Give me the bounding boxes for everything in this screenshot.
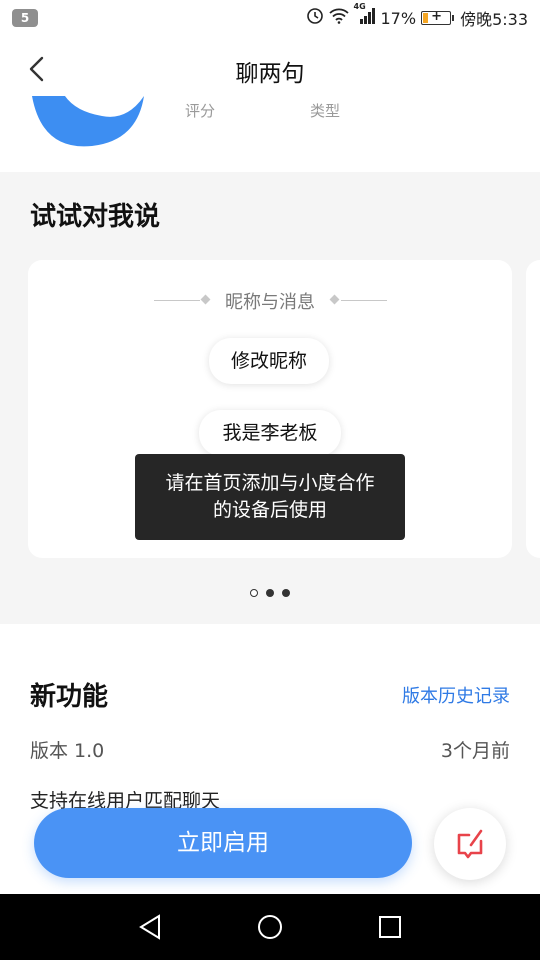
nav-back-button[interactable] xyxy=(132,909,168,945)
pager-dots xyxy=(0,582,540,601)
feedback-icon xyxy=(457,829,483,859)
skill-info: 评分 类型 xyxy=(0,96,540,172)
signal-icon: 4G xyxy=(354,2,376,28)
rating-label: 评分 xyxy=(185,102,216,120)
section-title: 试试对我说 xyxy=(30,202,161,232)
header: 聊两句 xyxy=(0,36,540,102)
feedback-button[interactable] xyxy=(434,808,506,880)
divider xyxy=(341,300,387,301)
page-title: 聊两句 xyxy=(235,61,305,87)
notification-count-badge: 5 xyxy=(12,9,38,27)
status-icons: 4G 17% + 傍晚5:33 xyxy=(306,2,528,30)
wifi-icon xyxy=(328,8,349,28)
toast-line: 请在首页添加与小度合作 xyxy=(165,472,375,494)
type-label: 类型 xyxy=(310,102,341,120)
toast-message: 请在首页添加与小度合作 的设备后使用 xyxy=(135,454,405,540)
version-time: 3个月前 xyxy=(440,740,510,762)
version-history-link[interactable]: 版本历史记录 xyxy=(402,682,510,708)
pager-dot xyxy=(282,588,290,597)
toast-line: 的设备后使用 xyxy=(212,499,327,521)
network-type-label: 4G xyxy=(353,2,366,11)
new-features-title: 新功能 xyxy=(30,682,109,712)
pager-dot xyxy=(266,588,274,597)
suggestion-chip[interactable]: 修改昵称 xyxy=(209,338,329,384)
try-saying-section: 试试对我说 昵称与消息 修改昵称 我是李老板 xyxy=(0,172,540,624)
square-recents-icon xyxy=(379,916,401,938)
card-heading: 昵称与消息 xyxy=(225,292,315,313)
circle-home-icon xyxy=(258,915,282,939)
nav-recents-button[interactable] xyxy=(372,909,408,945)
triangle-back-icon xyxy=(139,914,160,940)
alarm-icon xyxy=(306,7,324,29)
nav-home-button[interactable] xyxy=(252,909,288,945)
battery-percent: 17% xyxy=(380,8,417,28)
enable-button[interactable]: 立即启用 xyxy=(34,808,412,878)
next-card-peek[interactable] xyxy=(526,260,540,558)
battery-charging-icon: + xyxy=(421,9,455,25)
clock: 傍晚5:33 xyxy=(460,10,528,29)
suggestion-chip[interactable]: 我是李老板 xyxy=(199,410,341,456)
status-bar: 5 4G 17% + 傍晚5:33 xyxy=(0,0,540,36)
system-nav-bar xyxy=(0,894,540,960)
skill-logo xyxy=(32,96,144,147)
pager-dot xyxy=(250,588,258,597)
version-label: 版本 1.0 xyxy=(30,740,105,762)
